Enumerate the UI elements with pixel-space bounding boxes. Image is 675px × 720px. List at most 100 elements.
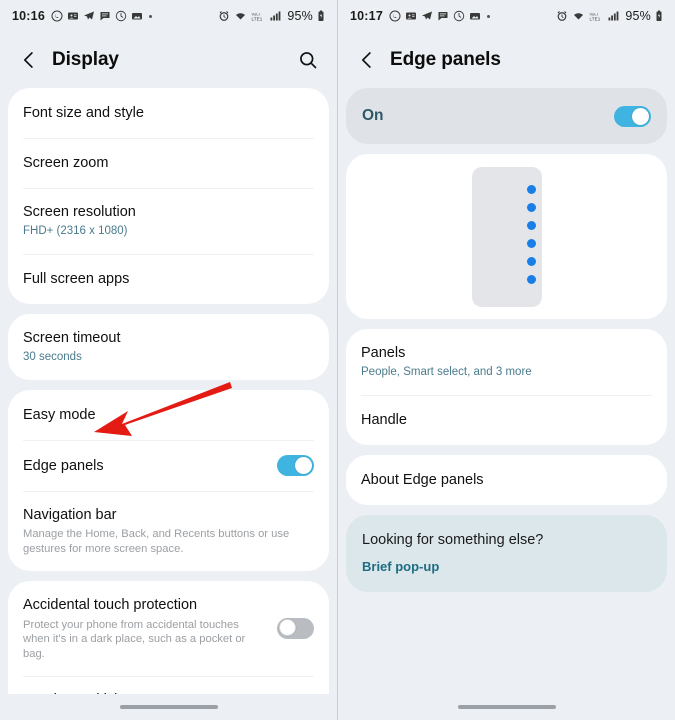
- list-item-label: Edge panels: [23, 457, 104, 474]
- search-button[interactable]: [295, 47, 321, 73]
- display-settings-group-2: Screen timeout 30 seconds: [8, 314, 329, 381]
- display-settings-group-1: Font size and style Screen zoom Screen r…: [8, 88, 329, 305]
- master-switch-label: On: [362, 107, 384, 124]
- list-item-label: Accidental touch protection: [23, 597, 198, 614]
- more-dot-icon: [486, 14, 490, 18]
- list-item-label: Navigation bar: [23, 507, 117, 524]
- left-phone-screen: 10:16 VoLI LTE1 95% Display Font size an…: [0, 0, 337, 720]
- message-icon: [100, 12, 110, 21]
- list-item-font-size[interactable]: Font size and style: [8, 88, 329, 138]
- list-item-panels[interactable]: Panels People, Smart select, and 3 more: [346, 329, 667, 395]
- volte-icon: VoLILTE1: [252, 12, 263, 22]
- status-bar: 10:17 VoLI LTE1 95%: [338, 0, 675, 32]
- list-item-about-edge-panels[interactable]: About Edge panels: [346, 455, 667, 505]
- settings-list: Font size and style Screen zoom Screen r…: [0, 88, 337, 694]
- preview-dot: [526, 220, 536, 230]
- preview-dot: [526, 274, 536, 284]
- wifi-icon: [236, 13, 246, 20]
- list-item-screen-resolution[interactable]: Screen resolution FHD+ (2316 x 1080): [8, 188, 329, 254]
- list-item-label: Handle: [361, 412, 407, 428]
- list-item-navigation-bar[interactable]: Navigation bar Manage the Home, Back, an…: [8, 491, 329, 571]
- list-item-edge-panels[interactable]: Edge panels: [8, 440, 329, 491]
- status-bar-time: 10:17: [350, 9, 383, 23]
- list-item-screen-timeout[interactable]: Screen timeout 30 seconds: [8, 314, 329, 380]
- edge-panel-preview-card: [346, 154, 667, 319]
- status-bar: 10:16 VoLI LTE1 95%: [0, 0, 337, 32]
- clock-history-icon: [115, 10, 127, 22]
- status-bar-system-icons: VoLI LTE1 95%: [556, 9, 663, 23]
- edge-panels-settings: On Panels People, Smart select, and 3 mo…: [338, 88, 675, 694]
- list-item-sublabel: People, Smart select, and 3 more: [361, 366, 532, 379]
- list-item-sublabel: FHD+ (2316 x 1080): [23, 225, 128, 238]
- signal-icon: [270, 11, 281, 21]
- preview-dot: [526, 202, 536, 212]
- wifi-icon: [574, 13, 584, 20]
- list-item-label: Font size and style: [23, 104, 144, 121]
- list-item-screen-zoom[interactable]: Screen zoom: [8, 138, 329, 188]
- right-phone-screen: 10:17 VoLI LTE1 95% Edge panels On Panel…: [337, 0, 675, 720]
- svg-text:VoLI: VoLI: [252, 12, 260, 17]
- list-item-sublabel: Manage the Home, Back, and Recents butto…: [23, 528, 290, 555]
- suggestion-question: Looking for something else?: [362, 532, 544, 549]
- back-button[interactable]: [16, 47, 42, 73]
- whatsapp-icon: [51, 10, 63, 22]
- telegram-icon: [83, 11, 94, 20]
- suggestion-link-brief-popup[interactable]: Brief pop-up: [362, 559, 651, 574]
- list-item-sublabel: 30 seconds: [23, 351, 82, 364]
- master-switch-toggle[interactable]: [614, 105, 651, 127]
- display-settings-group-3: Easy mode Edge panels Navigation bar Man…: [8, 390, 329, 572]
- status-bar-time: 10:16: [12, 9, 45, 23]
- telegram-icon: [421, 11, 432, 20]
- signal-icon: [608, 11, 619, 21]
- svg-text:VoLI: VoLI: [590, 12, 598, 17]
- status-bar-notification-icons: [51, 10, 154, 22]
- search-icon: [300, 52, 317, 69]
- battery-percent-label: 95%: [287, 9, 313, 23]
- edge-panels-toggle[interactable]: [277, 455, 314, 477]
- preview-dot: [526, 256, 536, 266]
- battery-icon: [656, 10, 662, 21]
- app-bar: Edge panels: [338, 32, 675, 88]
- battery-percent-label: 95%: [625, 9, 651, 23]
- gallery-icon: [469, 13, 480, 20]
- contacts-icon: [405, 12, 416, 20]
- volte-icon: VoLILTE1: [590, 12, 601, 22]
- preview-dot: [526, 184, 536, 194]
- list-item-label: Touch sensitivity: [23, 691, 265, 694]
- clock-history-icon: [453, 10, 465, 22]
- edge-panels-master-switch-card[interactable]: On: [346, 88, 667, 144]
- status-bar-system-icons: VoLI LTE1 95%: [218, 9, 325, 23]
- whatsapp-icon: [389, 10, 401, 22]
- list-item-handle[interactable]: Handle: [346, 395, 667, 445]
- list-item-full-screen-apps[interactable]: Full screen apps: [8, 254, 329, 304]
- dual-screenshot-comparison: 10:16 VoLI LTE1 95% Display Font size an…: [0, 0, 675, 720]
- list-item-accidental-touch-protection[interactable]: Accidental touch protection Protect your…: [8, 581, 329, 676]
- gesture-home-bar[interactable]: [0, 694, 337, 720]
- list-item-label: Full screen apps: [23, 271, 130, 287]
- list-item-easy-mode[interactable]: Easy mode: [8, 390, 329, 440]
- list-item-label: About Edge panels: [361, 472, 484, 488]
- accidental-touch-protection-toggle[interactable]: [277, 618, 314, 640]
- gallery-icon: [131, 13, 142, 20]
- list-item-sublabel: Protect your phone from accidental touch…: [23, 618, 246, 660]
- message-icon: [438, 12, 448, 21]
- list-item-label: Panels: [361, 345, 406, 361]
- contacts-icon: [67, 12, 78, 20]
- page-title: Edge panels: [390, 49, 501, 70]
- list-item-label: Screen zoom: [23, 154, 109, 171]
- display-settings-group-4: Accidental touch protection Protect your…: [8, 581, 329, 694]
- edge-panels-group-1: Panels People, Smart select, and 3 more …: [346, 329, 667, 446]
- app-bar: Display: [0, 32, 337, 88]
- looking-for-something-else-card: Looking for something else? Brief pop-up: [346, 515, 667, 593]
- gesture-home-bar[interactable]: [338, 694, 675, 720]
- battery-icon: [318, 10, 324, 21]
- list-item-label: Easy mode: [23, 407, 96, 424]
- list-item-label: Screen resolution: [23, 204, 136, 220]
- preview-dot: [526, 238, 536, 248]
- back-button[interactable]: [354, 47, 380, 73]
- preview-phone-shape: [471, 166, 542, 307]
- more-dot-icon: [148, 14, 152, 18]
- status-bar-notification-icons: [389, 10, 492, 22]
- list-item-touch-sensitivity[interactable]: Touch sensitivity Increase the touch sen…: [8, 676, 329, 694]
- edge-panels-group-2: About Edge panels: [346, 455, 667, 506]
